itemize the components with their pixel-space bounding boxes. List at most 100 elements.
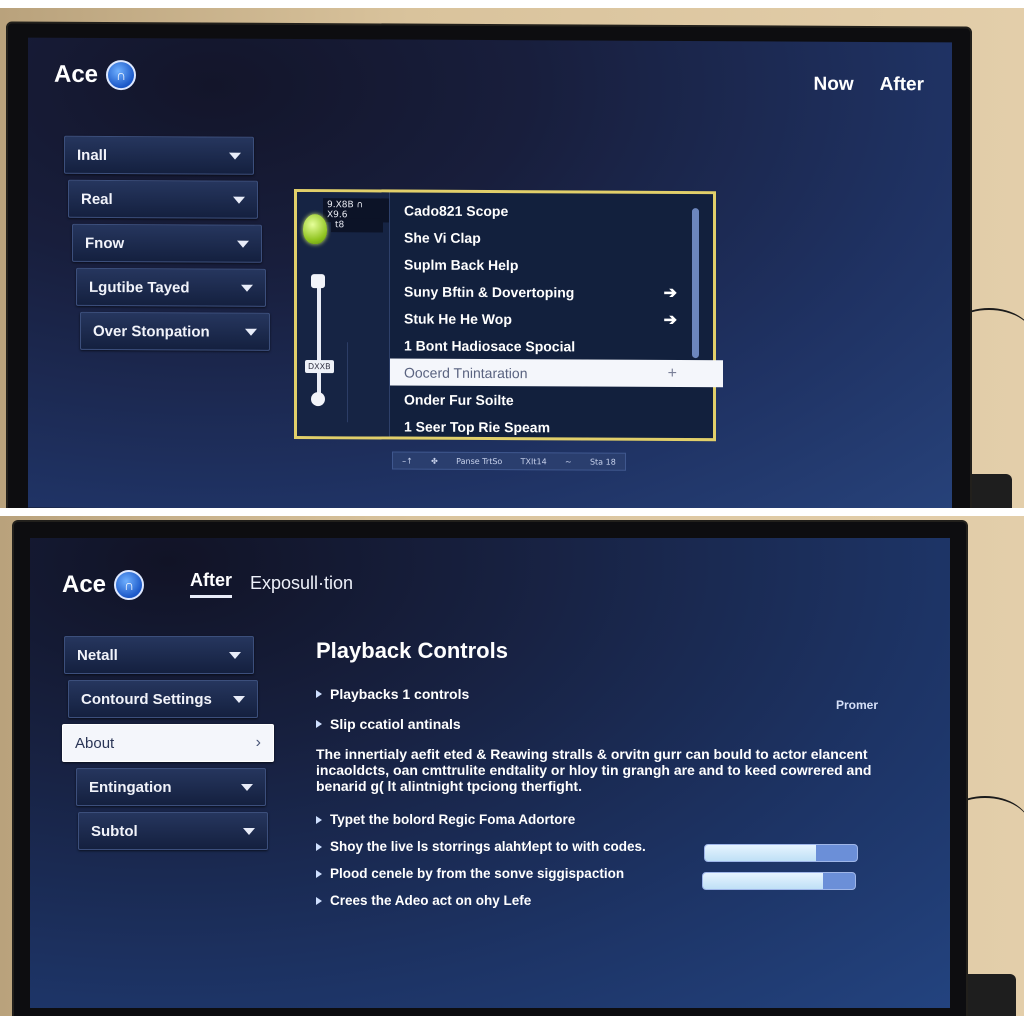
- popup-list: Cado821 Scope She Vi Clap Suplm Back Hel…: [390, 192, 723, 441]
- bullet-text: Shoy the live ls storrings alaht⁄lept to…: [330, 839, 646, 854]
- plus-icon: +: [667, 364, 677, 382]
- caret-down-icon: [233, 196, 245, 204]
- bullet-text: Playbacks 1 controls: [330, 686, 470, 702]
- list-item[interactable]: Suplm Back Help: [390, 250, 713, 279]
- list-item-label: Stuk He He Wop: [404, 310, 512, 327]
- list-item-label: She Vi Clap: [404, 229, 481, 246]
- side-menu: Netall Contourd Settings About › Entingat…: [62, 636, 274, 856]
- chevron-right-icon: ›: [255, 734, 261, 751]
- side-readout-2: t8: [331, 218, 383, 233]
- tab-exposulltion[interactable]: Exposull·tion: [250, 573, 353, 598]
- list-item[interactable]: Stuk He He Wop ➔: [390, 304, 713, 333]
- list-item-label: 1 Seer Top Rie Speam: [404, 418, 551, 435]
- bullet-item[interactable]: Typet the bolord Regic Foma Adortore: [316, 812, 916, 827]
- slider-1[interactable]: [704, 844, 858, 862]
- menu-item-label: Netall: [77, 646, 118, 664]
- caret-down-icon: [243, 827, 255, 835]
- triangle-right-icon: [316, 896, 322, 905]
- top-nav: Now After: [814, 74, 924, 97]
- logo-text: Ace: [54, 60, 99, 88]
- arrow-right-icon: ➔: [663, 311, 677, 329]
- menu-item-lgutibe-tayed[interactable]: Lgutibe Tayed: [76, 267, 266, 307]
- tab-after[interactable]: After: [190, 570, 233, 598]
- list-item[interactable]: Onder Fur Soilte: [390, 385, 713, 414]
- settings-popup: 9.X8B ∩ X9.6 t8 DXXB Cado821 Scope She V…: [294, 188, 723, 442]
- bullet-text: Slip ccatiol antinals: [330, 716, 461, 732]
- menu-item-about[interactable]: About ›: [62, 724, 274, 762]
- slider-fill: [703, 873, 824, 889]
- list-item[interactable]: 1 Seer Top Rie Speam: [390, 412, 713, 441]
- tv-bezel: Ace ∩ After Exposull·tion Netall Contour…: [14, 522, 966, 1016]
- menu-item-inall[interactable]: Inall: [64, 135, 254, 175]
- bullet-text: Plood cenele by from the sonve siggispac…: [330, 866, 625, 881]
- menu-item-label: Inall: [77, 146, 108, 164]
- green-status-orb-icon: [303, 214, 327, 245]
- tv-screen: Ace ∩ After Exposull·tion Netall Contour…: [30, 538, 950, 1008]
- caret-down-icon: [229, 651, 241, 659]
- list-item[interactable]: She Vi Clap: [390, 223, 713, 252]
- caret-down-icon: [241, 783, 253, 791]
- triangle-right-icon: [316, 815, 322, 824]
- description-paragraph: The innertialy aefit eted & Reawing stra…: [316, 746, 872, 794]
- app-logo: Ace ∩: [54, 59, 137, 91]
- list-item-label: Onder Fur Soilte: [404, 391, 514, 408]
- menu-item-label: Over Stonpation: [93, 322, 210, 341]
- logo-badge-icon: ∩: [114, 570, 145, 600]
- status-item: Panse TrtSo: [456, 456, 503, 466]
- bullet-item[interactable]: Playbacks 1 controls: [316, 686, 916, 702]
- menu-item-label: Subtol: [91, 822, 138, 840]
- bullet-item[interactable]: Crees the Adeo act on ohy Lefe: [316, 893, 916, 908]
- caret-down-icon: [237, 240, 249, 248]
- menu-item-subtol[interactable]: Subtol: [78, 812, 268, 850]
- menu-item-label: Real: [81, 190, 113, 208]
- bottom-photo-panel: Ace ∩ After Exposull·tion Netall Contour…: [0, 516, 1024, 1016]
- list-item-label: Suny Bftin & Dovertoping: [404, 283, 575, 300]
- tv-bezel: Ace ∩ Now After Inall Real Fnow Lgutibe …: [8, 23, 970, 508]
- nav-after[interactable]: After: [880, 74, 924, 96]
- slider-fill: [705, 845, 816, 861]
- menu-item-label: Entingation: [89, 778, 172, 796]
- list-item-label: Suplm Back Help: [404, 256, 519, 273]
- list-item-label: Cado821 Scope: [404, 202, 509, 219]
- list-item[interactable]: Suny Bftin & Dovertoping ➔: [390, 277, 713, 306]
- list-item-label: 1 Bont Hadiosace Spocial: [404, 337, 576, 354]
- side-menu: Inall Real Fnow Lgutibe Tayed Over Stonp…: [64, 135, 270, 357]
- menu-item-contourd-settings[interactable]: Contourd Settings: [68, 680, 258, 718]
- slider-2[interactable]: [702, 872, 856, 890]
- menu-item-over-stonpation[interactable]: Over Stonpation: [80, 311, 270, 351]
- triangle-right-icon: [316, 720, 322, 728]
- status-item: –↑: [402, 456, 413, 466]
- bullet-item[interactable]: Slip ccatiol antinals: [316, 716, 916, 732]
- menu-item-netall[interactable]: Netall: [64, 636, 254, 674]
- menu-item-fnow[interactable]: Fnow: [72, 223, 262, 263]
- app-logo: Ace ∩: [62, 570, 145, 600]
- menu-item-label: Fnow: [85, 234, 125, 252]
- slider-top-knob[interactable]: [311, 274, 325, 289]
- popup-side-panel: 9.X8B ∩ X9.6 t8 DXXB: [297, 191, 390, 437]
- slider-value-label: DXXB: [305, 360, 334, 374]
- status-item: Sta 18: [589, 457, 616, 467]
- vertical-slider-track[interactable]: [317, 278, 321, 401]
- caret-down-icon: [245, 328, 257, 336]
- triangle-right-icon: [316, 690, 322, 698]
- menu-item-real[interactable]: Real: [68, 179, 258, 219]
- bullet-text: Crees the Adeo act on ohy Lefe: [330, 893, 532, 908]
- slider-bottom-knob[interactable]: [311, 392, 325, 407]
- logo-badge-icon: ∩: [106, 59, 137, 91]
- popup-scrollbar[interactable]: [692, 208, 699, 359]
- bullet-text: Typet the bolord Regic Foma Adortore: [330, 812, 576, 827]
- status-item: TXIt14: [520, 456, 547, 466]
- caret-down-icon: [241, 284, 253, 292]
- wave-icon: ∼: [564, 456, 572, 466]
- list-item[interactable]: 1 Bont Hadiosace Spocial: [390, 331, 713, 360]
- side-divider: [347, 342, 348, 423]
- menu-item-entingation[interactable]: Entingation: [76, 768, 266, 806]
- tab-bar: After Exposull·tion: [190, 570, 353, 598]
- preset-label[interactable]: Promer: [836, 698, 878, 712]
- list-item[interactable]: Cado821 Scope: [390, 196, 713, 225]
- list-item-selected[interactable]: Oocerd Tnintaration +: [390, 358, 723, 388]
- menu-item-label: Lgutibe Tayed: [89, 278, 190, 296]
- main-content: Playback Controls Promer Playbacks 1 con…: [316, 638, 916, 920]
- move-icon: ✤: [431, 456, 438, 466]
- nav-now[interactable]: Now: [814, 74, 854, 96]
